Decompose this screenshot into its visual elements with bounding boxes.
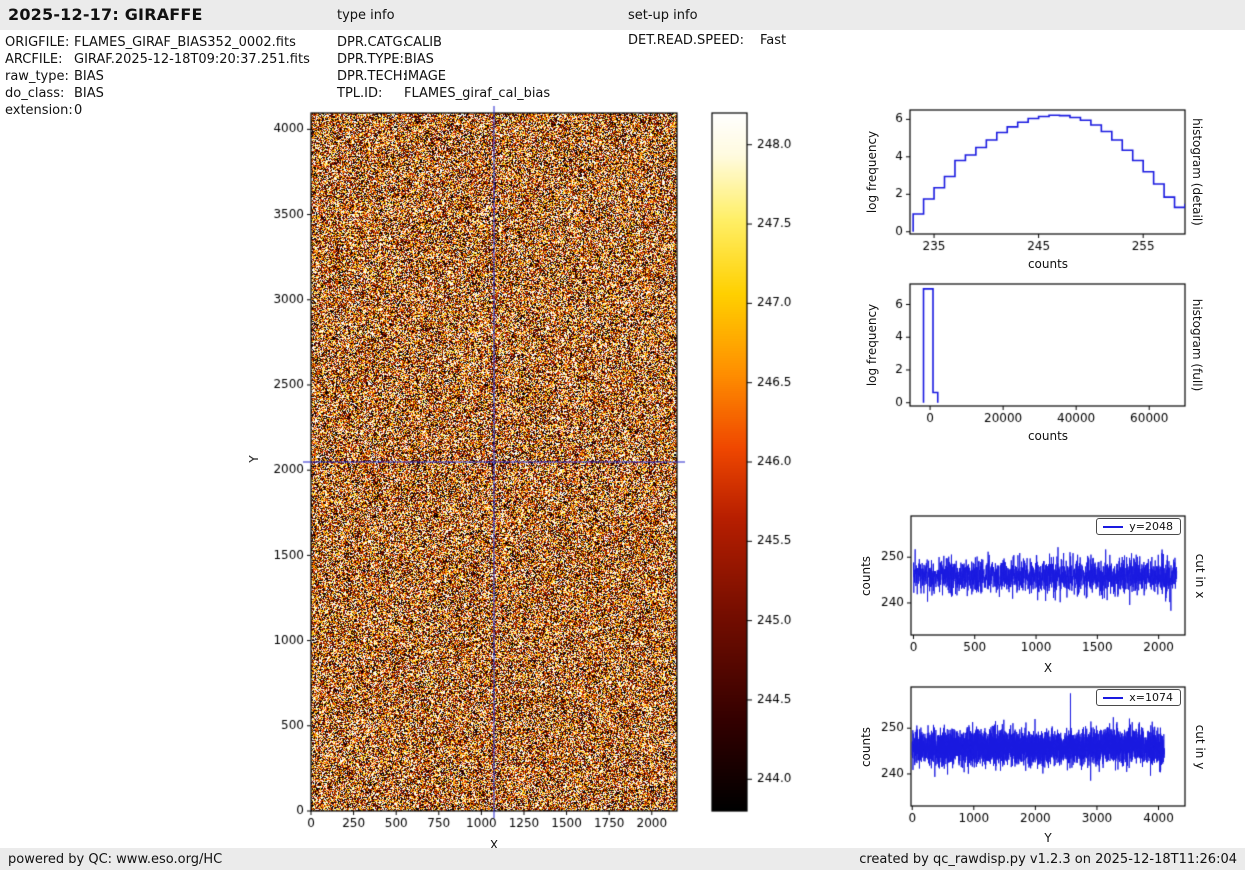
hist-full-yaxis-label: log frequency — [865, 304, 879, 386]
type-info-label: DPR.TYPE: — [337, 51, 404, 68]
footer-left-text: powered by QC: www.eso.org/HC — [8, 852, 222, 867]
metadata-value: BIAS — [74, 68, 104, 85]
footer-bar: powered by QC: www.eso.org/HC created by… — [0, 848, 1245, 870]
hist-detail-yaxis-label: log frequency — [865, 131, 879, 213]
page-title: 2025-12-17: GIRAFFE — [8, 5, 203, 24]
metadata-row-extension: extension: 0 — [5, 102, 310, 119]
main-image-yaxis-label: Y — [247, 455, 261, 462]
legend-line-icon — [1103, 526, 1123, 528]
legend-cut-x: y=2048 — [1096, 518, 1181, 535]
header-bar: 2025-12-17: GIRAFFE type info set-up inf… — [0, 0, 1245, 30]
type-info-row-dpr-catg: DPR.CATG: CALIB — [337, 34, 550, 51]
metadata-row-do-class: do_class: BIAS — [5, 85, 310, 102]
type-info-block: DPR.CATG: CALIB DPR.TYPE: BIAS DPR.TECH:… — [337, 34, 550, 102]
metadata-row-raw-type: raw_type: BIAS — [5, 68, 310, 85]
metadata-label: extension: — [5, 102, 74, 119]
type-info-row-dpr-type: DPR.TYPE: BIAS — [337, 51, 550, 68]
metadata-row-arcfile: ARCFILE: GIRAF.2025-12-18T09:20:37.251.f… — [5, 51, 310, 68]
footer-right-text: created by qc_rawdisp.py v1.2.3 on 2025-… — [859, 852, 1237, 867]
type-info-label: TPL.ID: — [337, 85, 404, 102]
type-info-label: DPR.TECH: — [337, 68, 404, 85]
setup-info-label: DET.READ.SPEED: — [628, 32, 760, 49]
metadata-value: BIAS — [74, 85, 104, 102]
legend-label: y=2048 — [1129, 520, 1173, 533]
setup-info-value: Fast — [760, 32, 786, 49]
hist-full-xaxis-label: counts — [1028, 429, 1068, 443]
legend-label: x=1074 — [1129, 691, 1173, 704]
type-info-row-tpl-id: TPL.ID: FLAMES_giraf_cal_bias — [337, 85, 550, 102]
cut-y-side-label: cut in y — [1193, 725, 1207, 770]
setup-info-row-read-speed: DET.READ.SPEED: Fast — [628, 32, 786, 49]
legend-cut-y: x=1074 — [1096, 689, 1181, 706]
type-info-value: IMAGE — [404, 68, 446, 85]
type-info-value: FLAMES_giraf_cal_bias — [404, 85, 550, 102]
setup-info-block: DET.READ.SPEED: Fast — [628, 32, 786, 49]
metadata-value: 0 — [74, 102, 82, 119]
type-info-value: CALIB — [404, 34, 442, 51]
hist-full-side-label: histogram (full) — [1190, 299, 1204, 392]
hist-detail-side-label: histogram (detail) — [1190, 118, 1204, 226]
metadata-value: FLAMES_GIRAF_BIAS352_0002.fits — [74, 34, 296, 51]
hist-detail-xaxis-label: counts — [1028, 257, 1068, 271]
metadata-label: do_class: — [5, 85, 74, 102]
metadata-label: raw_type: — [5, 68, 74, 85]
metadata-value: GIRAF.2025-12-18T09:20:37.251.fits — [74, 51, 310, 68]
metadata-label: ARCFILE: — [5, 51, 74, 68]
legend-line-icon — [1103, 697, 1123, 699]
metadata-block: ORIGFILE: FLAMES_GIRAF_BIAS352_0002.fits… — [5, 34, 310, 119]
metadata-row-origfile: ORIGFILE: FLAMES_GIRAF_BIAS352_0002.fits — [5, 34, 310, 51]
metadata-label: ORIGFILE: — [5, 34, 74, 51]
cut-x-side-label: cut in x — [1193, 554, 1207, 599]
type-info-row-dpr-tech: DPR.TECH: IMAGE — [337, 68, 550, 85]
cut-y-yaxis-label: counts — [859, 727, 873, 767]
type-info-value: BIAS — [404, 51, 434, 68]
type-info-heading: type info — [337, 8, 395, 23]
cut-x-xaxis-label: X — [1044, 661, 1052, 675]
type-info-label: DPR.CATG: — [337, 34, 404, 51]
cut-y-xaxis-label: Y — [1044, 831, 1051, 845]
setup-info-heading: set-up info — [628, 8, 698, 23]
cut-x-yaxis-label: counts — [859, 556, 873, 596]
